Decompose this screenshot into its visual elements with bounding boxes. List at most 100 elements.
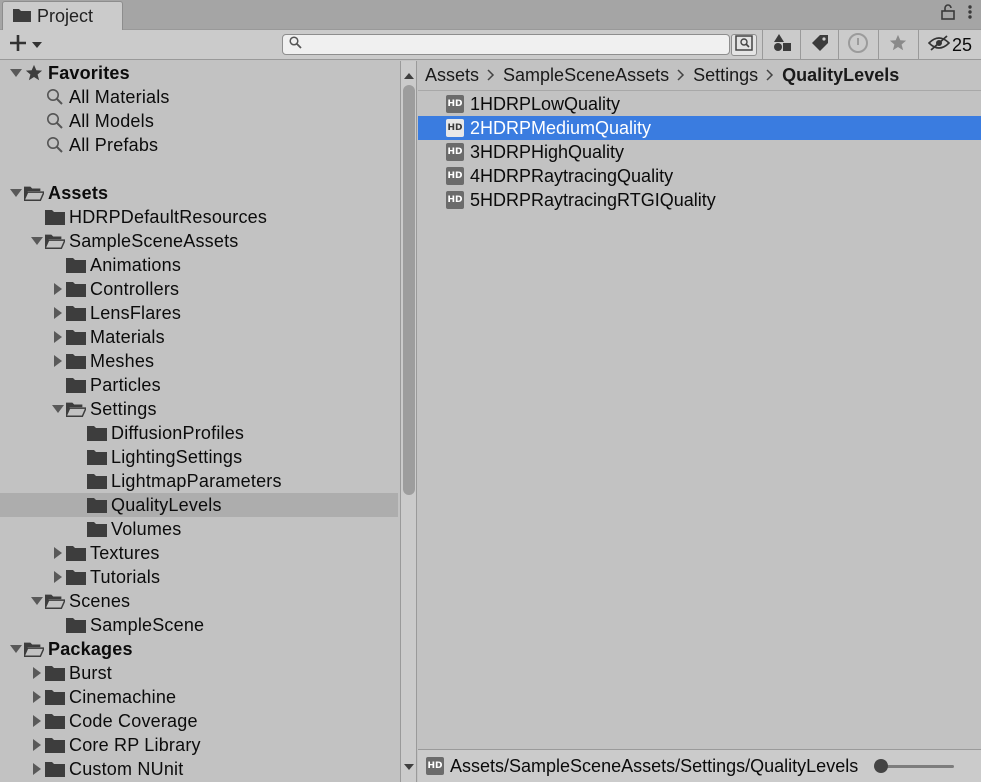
tree-item-hdrpdefaultresources[interactable]: HDRPDefaultResources [0, 205, 398, 229]
expand-arrow-icon[interactable] [29, 593, 45, 609]
arrow-spacer [71, 425, 87, 441]
tree-item-label: Controllers [90, 278, 180, 299]
asset-item-3hdrphighquality[interactable]: HD 3HDRPHighQuality [418, 140, 981, 164]
asset-item-2hdrpmediumquality[interactable]: HD 2HDRPMediumQuality [418, 116, 981, 140]
icon-size-slider[interactable] [874, 759, 954, 773]
tree-item-volumes[interactable]: Volumes [0, 517, 398, 541]
tree-item-label: Textures [90, 542, 160, 563]
scroll-down-icon[interactable] [404, 758, 414, 776]
expand-arrow-icon[interactable] [8, 185, 24, 201]
tree-item-code-coverage[interactable]: Code Coverage [0, 709, 398, 733]
breadcrumb-samplesceneassets[interactable]: SampleSceneAssets [503, 65, 669, 86]
breadcrumb-assets[interactable]: Assets [425, 65, 479, 86]
scroll-up-icon[interactable] [404, 67, 414, 85]
lock-icon[interactable] [941, 4, 955, 25]
tree-item-lightmapparameters[interactable]: LightmapParameters [0, 469, 398, 493]
tree-item-label: QualityLevels [111, 494, 222, 515]
asset-label: 4HDRPRaytracingQuality [470, 165, 674, 186]
tree-item-favorites[interactable]: Favorites [0, 61, 398, 85]
arrow-spacer [71, 473, 87, 489]
arrow-spacer [50, 257, 66, 273]
collapse-arrow-icon[interactable] [29, 737, 45, 753]
tree-item-label: Assets [48, 182, 109, 203]
tree-item-samplescene[interactable]: SampleScene [0, 613, 398, 637]
collapse-arrow-icon[interactable] [50, 305, 66, 321]
filter-by-label-button[interactable] [800, 30, 838, 60]
tree-item-cinemachine[interactable]: Cinemachine [0, 685, 398, 709]
tree-item-tutorials[interactable]: Tutorials [0, 565, 398, 589]
asset-item-1hdrplowquality[interactable]: HD 1HDRPLowQuality [418, 92, 981, 116]
search-window-button[interactable] [731, 34, 757, 56]
scrollbar-thumb[interactable] [403, 85, 415, 495]
hidden-packages-toggle[interactable]: 25 [918, 30, 981, 60]
breadcrumb-settings[interactable]: Settings [693, 65, 758, 86]
breadcrumb-qualitylevels[interactable]: QualityLevels [782, 65, 899, 86]
tree-item-all-materials[interactable]: All Materials [0, 85, 398, 109]
folder-icon [87, 520, 107, 538]
arrow-spacer [29, 89, 45, 105]
slider-knob[interactable] [874, 759, 888, 773]
tab-strip: Project [0, 0, 981, 30]
tree-item-core-rp-library[interactable]: Core RP Library [0, 733, 398, 757]
tree-item-meshes[interactable]: Meshes [0, 349, 398, 373]
tree-item-label: Particles [90, 374, 161, 395]
expand-arrow-icon[interactable] [8, 65, 24, 81]
collapse-arrow-icon[interactable] [50, 281, 66, 297]
collapse-arrow-icon[interactable] [50, 329, 66, 345]
tree-item-label: HDRPDefaultResources [69, 206, 268, 227]
search-icon [45, 112, 65, 130]
collapse-arrow-icon[interactable] [29, 713, 45, 729]
asset-label: 5HDRPRaytracingRTGIQuality [470, 189, 716, 210]
tree-item-label: Packages [48, 638, 133, 659]
tree-item-lightingsettings[interactable]: LightingSettings [0, 445, 398, 469]
tree-item-qualitylevels[interactable]: QualityLevels [0, 493, 398, 517]
tree-item-settings[interactable]: Settings [0, 397, 398, 421]
save-search-button[interactable] [878, 30, 916, 60]
tree-item-textures[interactable]: Textures [0, 541, 398, 565]
expand-arrow-icon[interactable] [50, 401, 66, 417]
search-field[interactable] [282, 34, 730, 55]
tree-item-controllers[interactable]: Controllers [0, 277, 398, 301]
tree-item-label: Meshes [90, 350, 155, 371]
search-input[interactable] [308, 36, 729, 53]
expand-arrow-icon[interactable] [8, 641, 24, 657]
tree-item-diffusionprofiles[interactable]: DiffusionProfiles [0, 421, 398, 445]
open-folder-icon [45, 232, 65, 250]
collapse-arrow-icon[interactable] [29, 689, 45, 705]
tree-item-animations[interactable]: Animations [0, 253, 398, 277]
filter-by-type-button[interactable] [762, 30, 800, 60]
tree-item-custom-nunit[interactable]: Custom NUnit [0, 757, 398, 781]
search-icon [289, 35, 302, 54]
tree-item-scenes[interactable]: Scenes [0, 589, 398, 613]
tree-scrollbar[interactable] [400, 61, 417, 782]
collapse-arrow-icon[interactable] [29, 665, 45, 681]
collapse-arrow-icon[interactable] [29, 761, 45, 777]
tree-item-materials[interactable]: Materials [0, 325, 398, 349]
tab-project[interactable]: Project [2, 1, 123, 30]
tree-item-particles[interactable]: Particles [0, 373, 398, 397]
tree-item-label: Custom NUnit [69, 758, 184, 779]
tree-item-samplesceneassets[interactable]: SampleSceneAssets [0, 229, 398, 253]
asset-item-5hdrpraytracingrtgiquality[interactable]: HD 5HDRPRaytracingRTGIQuality [418, 188, 981, 212]
collapse-arrow-icon[interactable] [50, 569, 66, 585]
tree-item-packages[interactable]: Packages [0, 637, 398, 661]
tree-item-all-prefabs[interactable]: All Prefabs [0, 133, 398, 157]
more-menu-icon[interactable] [967, 4, 973, 25]
star-icon [24, 64, 44, 82]
tree-item-lensflares[interactable]: LensFlares [0, 301, 398, 325]
collapse-arrow-icon[interactable] [50, 545, 66, 561]
folder-icon [87, 472, 107, 490]
tree-item-burst[interactable]: Burst [0, 661, 398, 685]
folder-icon [87, 496, 107, 514]
folder-icon [45, 736, 65, 754]
asset-label: 2HDRPMediumQuality [470, 117, 652, 138]
tree-item-label: Core RP Library [69, 734, 201, 755]
tree-item-all-models[interactable]: All Models [0, 109, 398, 133]
asset-item-4hdrpraytracingquality[interactable]: HD 4HDRPRaytracingQuality [418, 164, 981, 188]
tree-item-assets[interactable]: Assets [0, 181, 398, 205]
tree-item-label: Favorites [48, 62, 130, 83]
chevron-right-icon [766, 68, 774, 84]
collapse-arrow-icon[interactable] [50, 353, 66, 369]
expand-arrow-icon[interactable] [29, 233, 45, 249]
create-button[interactable] [8, 33, 42, 57]
